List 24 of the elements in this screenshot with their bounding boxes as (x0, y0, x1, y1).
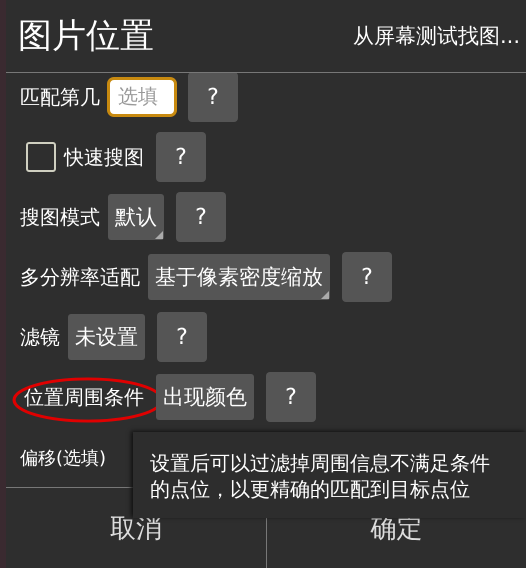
help-button[interactable]: ? (188, 73, 238, 122)
dialog-title: 图片位置 (18, 15, 154, 58)
help-button[interactable]: ? (342, 252, 392, 302)
field-label: 搜图模式 (20, 204, 100, 230)
checkbox-label: 快速搜图 (64, 144, 144, 170)
checkbox[interactable] (26, 142, 56, 172)
field-label: 匹配第几 (20, 84, 100, 110)
value-button[interactable]: 未设置 (68, 314, 145, 360)
value-button[interactable]: 出现颜色 (156, 374, 254, 420)
help-button[interactable]: ? (176, 192, 226, 242)
tooltip: 设置后可以过滤掉周围信息不满足条件的点位，以更精确的匹配到目标点位 (133, 432, 526, 518)
field-label: 多分辨率适配 (20, 264, 140, 290)
dropdown[interactable]: 默认 (108, 194, 164, 240)
input-field[interactable]: 选填 (108, 78, 176, 116)
dropdown[interactable]: 基于像素密度缩放 (148, 254, 330, 300)
field-label: 偏移(选填) (20, 447, 106, 470)
corner-triangle-icon (321, 291, 329, 299)
help-button[interactable]: ? (266, 372, 316, 422)
help-button[interactable]: ? (157, 312, 207, 362)
field-label: 滤镜 (20, 324, 60, 350)
help-button[interactable]: ? (156, 132, 206, 182)
field-label: 位置周围条件 (23, 384, 145, 410)
test-find-link[interactable]: 从屏幕测试找图... (352, 22, 520, 50)
corner-triangle-icon (155, 231, 163, 239)
